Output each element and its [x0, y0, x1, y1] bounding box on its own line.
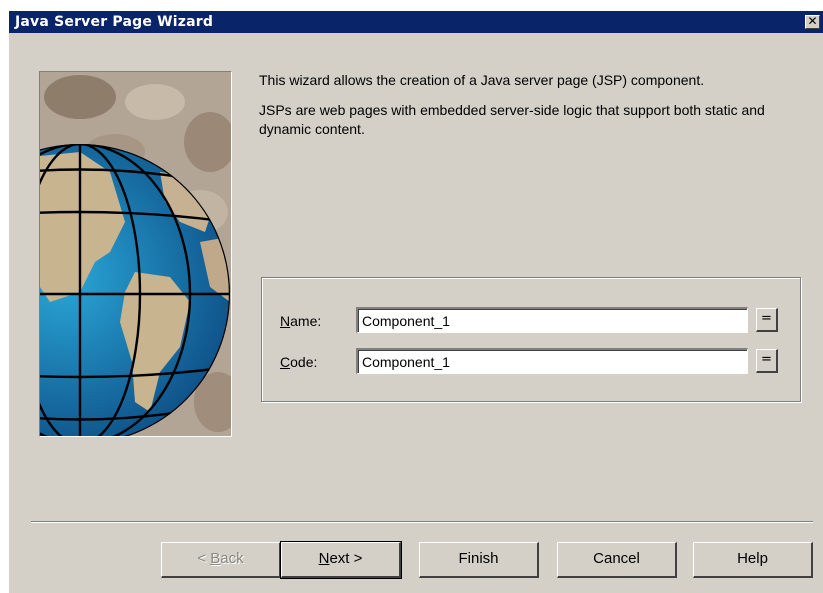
globe-coffee-beans-image [40, 72, 231, 436]
name-label: Name: [280, 313, 322, 329]
intro-text: This wizard allows the creation of a Jav… [259, 71, 819, 150]
title-bar: Java Server Page Wizard ✕ [9, 11, 823, 33]
code-field[interactable] [356, 348, 748, 374]
code-label: Code: [280, 354, 318, 370]
cancel-button[interactable]: Cancel [557, 542, 677, 578]
footer-separator [31, 521, 813, 523]
close-icon: ✕ [807, 14, 818, 28]
wizard-dialog: Java Server Page Wizard ✕ This wizard al… [8, 10, 823, 593]
wizard-illustration [39, 71, 232, 437]
next-button[interactable]: Next > [280, 541, 402, 579]
properties-group: Name: = Code: = [261, 277, 801, 402]
close-button[interactable]: ✕ [805, 15, 820, 29]
name-field[interactable] [356, 307, 748, 333]
code-sync-button[interactable]: = [756, 349, 778, 373]
finish-button[interactable]: Finish [419, 542, 539, 578]
window-title: Java Server Page Wizard [15, 14, 214, 30]
name-sync-button[interactable]: = [756, 308, 778, 332]
back-button[interactable]: < Back [161, 542, 281, 578]
intro-line-2: JSPs are web pages with embedded server-… [259, 102, 765, 137]
intro-line-1: This wizard allows the creation of a Jav… [259, 72, 705, 88]
help-button[interactable]: Help [693, 542, 813, 578]
